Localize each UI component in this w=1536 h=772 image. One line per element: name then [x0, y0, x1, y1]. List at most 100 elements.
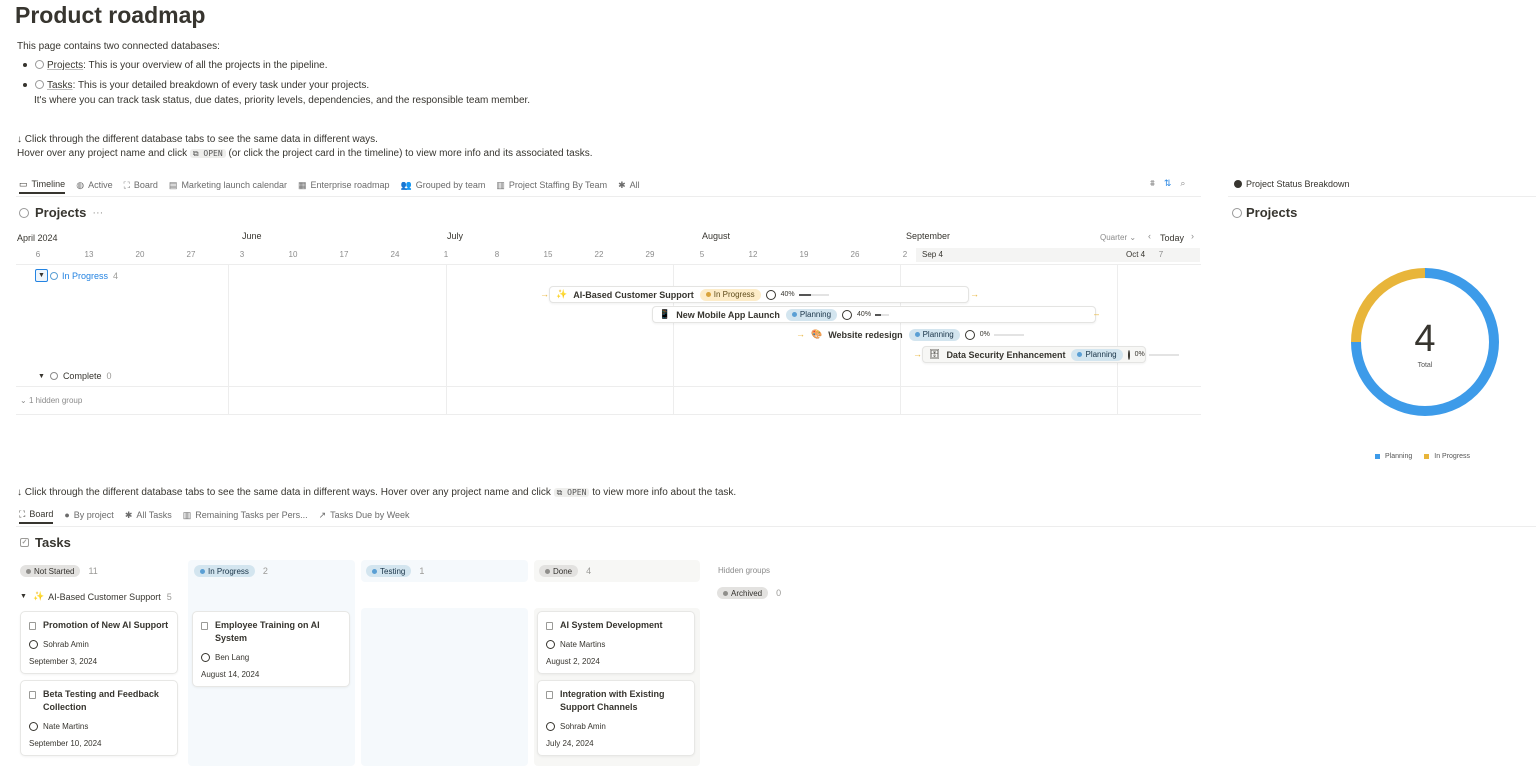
phone-icon: 📱 [659, 309, 671, 319]
card-title-text: AI System Development [560, 620, 663, 630]
tab-timeline[interactable]: ▭ Timeline [19, 176, 66, 194]
in-progress-icon [50, 271, 58, 280]
project-name[interactable]: Website redesign [828, 330, 902, 340]
timeline-item[interactable]: 📱 New Mobile App Launch Planning 40% [652, 306, 1096, 323]
status-pill: Archived [717, 587, 769, 599]
hint-post: (or click the project card in the timeli… [228, 148, 593, 159]
tab-tasks-due-by-week[interactable]: ↗ Tasks Due by Week [319, 506, 410, 524]
asterisk-icon: ✱ [618, 179, 626, 190]
projects-link[interactable]: Projects [47, 60, 83, 71]
day-tick-label: 10 [288, 250, 298, 259]
tasks-tabs: ⛶ Board ● By project ✱ All Tasks ▥ Remaining Ta… [19, 506, 421, 524]
day-tick-label: 13 [84, 250, 94, 259]
tab-project-staffing-by-team[interactable]: ▥ Project Staffing By Team [496, 176, 607, 194]
task-card[interactable]: AI System Development Nate Martins Augus… [537, 611, 695, 674]
tasks-hint-text: ↓ Click through the different database t… [17, 487, 736, 498]
next-chevron-icon[interactable]: › [1191, 231, 1194, 241]
group-label: In Progress [62, 270, 109, 281]
tab-grouped-by-team[interactable]: 👥 Grouped by team [401, 176, 486, 194]
tab-marketing-launch-calendar[interactable]: ▤ Marketing launch calendar [169, 176, 287, 194]
day-tick-label: 29 [645, 250, 655, 259]
archived-group[interactable]: Archived 0 [717, 587, 781, 599]
more-icon[interactable]: ··· [92, 207, 103, 219]
tab-active[interactable]: ◍ Active [76, 176, 112, 194]
timeline-item[interactable]: 🎨 Website redesign Planning 0% [805, 326, 1029, 343]
tab-board[interactable]: ⛶ Board [19, 506, 54, 524]
search-icon[interactable]: ⌕ [1180, 178, 1185, 189]
archived-label: Archived [731, 588, 763, 598]
timeline-item[interactable]: ✨ AI-Based Customer Support In Progress … [549, 286, 969, 303]
project-name[interactable]: New Mobile App Launch [676, 310, 780, 320]
panel-divider [1228, 196, 1536, 197]
card-title: Employee Training on AI System [201, 619, 341, 645]
day-tick-label: 24 [390, 250, 400, 259]
board-icon: ⛶ [19, 508, 26, 519]
task-card[interactable]: Beta Testing and Feedback Collection Nat… [20, 680, 178, 756]
status-dot [791, 312, 797, 317]
progress-track [875, 313, 890, 316]
prev-chevron-icon[interactable]: ‹ [1148, 231, 1151, 241]
task-card[interactable]: Integration with Existing Support Channe… [537, 680, 695, 756]
group-in-progress[interactable]: ▼ In Progress 4 [35, 269, 118, 282]
chevron-down-icon: ⌄ [20, 396, 27, 405]
status-pill: Planning [1071, 348, 1123, 361]
tab-label: Tasks Due by Week [330, 510, 410, 520]
tab-all-tasks[interactable]: ✱ All Tasks [125, 506, 172, 524]
status-pill: Done [539, 565, 579, 577]
column-count: 4 [586, 566, 592, 576]
card-person-name: Ben Lang [215, 653, 250, 662]
timeline-item[interactable]: 🗄 Data Security Enhancement Planning 0% [922, 346, 1179, 363]
task-card[interactable]: Promotion of New AI Support Sohrab Amin … [20, 611, 178, 674]
tab-all[interactable]: ✱ All [618, 176, 640, 194]
hidden-group-toggle[interactable]: ⌄ 1 hidden group [20, 396, 82, 405]
board-group-header[interactable]: ▼ ✨ AI-Based Customer Support 5 [20, 591, 172, 602]
progress-text: 40% [780, 291, 795, 298]
sort-icon[interactable]: ⇅ [1164, 178, 1172, 189]
column-count: 11 [88, 566, 98, 576]
column-header-in-progress[interactable]: In Progress 2 [194, 565, 268, 577]
tasks-link[interactable]: Tasks [47, 80, 73, 91]
today-button[interactable]: Today [1160, 233, 1184, 243]
tab-board[interactable]: ⛶ Board [124, 176, 158, 194]
card-date: September 10, 2024 [29, 739, 102, 748]
projects-db-title-text: Projects [35, 205, 87, 220]
tasks-db-title[interactable]: ✓ Tasks [20, 535, 71, 550]
board-group-label: AI-Based Customer Support [48, 591, 161, 602]
status-pill: In Progress [194, 565, 255, 577]
hint-pre: ↓ Click through the different database t… [17, 487, 551, 498]
task-card[interactable]: Employee Training on AI System Ben Lang … [192, 611, 350, 687]
group-complete[interactable]: ▼ Complete 0 [38, 371, 111, 381]
status-breakdown-tab[interactable]: Project Status Breakdown [1234, 179, 1350, 189]
tab-remaining-tasks-per-pers[interactable]: ▥ Remaining Tasks per Pers... [183, 506, 308, 524]
column-header-not-started[interactable]: Not Started 11 [20, 565, 98, 577]
board-group-count: 5 [166, 591, 172, 602]
status-text: Planning [922, 330, 954, 339]
column-header-testing[interactable]: Testing 1 [366, 565, 424, 577]
project-name[interactable]: Data Security Enhancement [946, 350, 1065, 360]
legend-item: Planning [1375, 453, 1412, 460]
status-text: Planning [799, 310, 832, 319]
column-header-done[interactable]: Done 4 [539, 565, 591, 577]
bullet-text: : This is your detailed breakdown of eve… [72, 80, 370, 91]
hint-post: to view more info about the task. [592, 487, 737, 498]
checkbox-icon: ✓ [20, 538, 29, 547]
progress-track [798, 293, 829, 296]
toggle-icon[interactable]: ▼ [35, 269, 48, 282]
card-title: AI System Development [546, 619, 686, 632]
card-date: August 2, 2024 [546, 657, 600, 666]
projects-db-title[interactable]: Projects ··· [19, 205, 103, 220]
filter-icon[interactable]: ⩩ [1150, 178, 1155, 189]
zoom-select[interactable]: Quarter ⌄ [1100, 233, 1136, 242]
toggle-icon[interactable]: ▼ [20, 593, 27, 600]
tab-enterprise-roadmap[interactable]: ▦ Enterprise roadmap [298, 176, 390, 194]
palette-icon: 🎨 [811, 329, 823, 339]
view-toolbar: ⩩ ⇅ ⌕ [1150, 178, 1185, 189]
status-text: Planning [1085, 350, 1117, 359]
toggle-icon[interactable]: ▼ [38, 373, 45, 380]
group-count: 0 [106, 371, 112, 381]
document-icon [29, 622, 36, 630]
tab-by-project[interactable]: ● By project [64, 506, 113, 524]
project-name[interactable]: AI-Based Customer Support [573, 290, 694, 300]
status-pill: In Progress [699, 288, 761, 301]
open-code: ⧉ OPEN [553, 488, 590, 497]
